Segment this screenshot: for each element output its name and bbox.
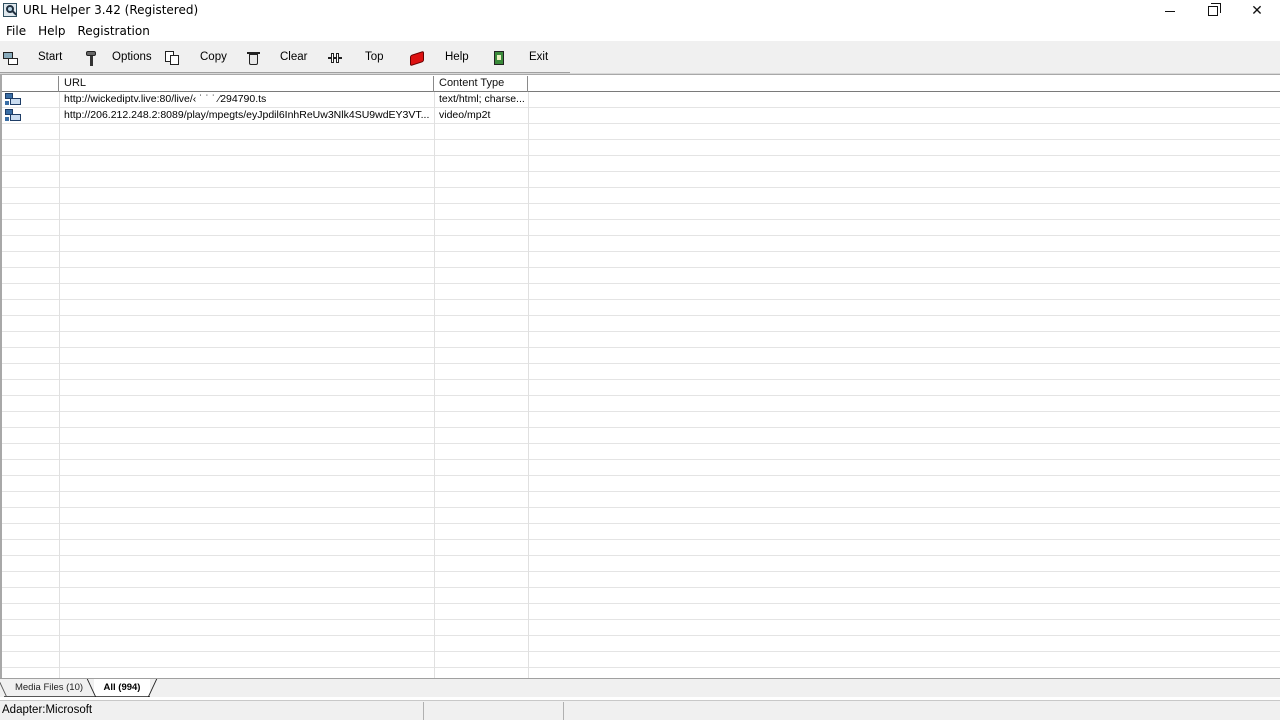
tab-all[interactable]: All (994) — [94, 679, 150, 697]
tab-bar: Media Files (10) All (994) — [0, 678, 1280, 697]
list-header: URL Content Type — [2, 76, 1280, 92]
menu-bar: File Help Registration — [0, 22, 1280, 41]
column-header-content-type[interactable]: Content Type — [434, 76, 528, 92]
url-entry-icon — [5, 93, 21, 106]
restore-icon — [1208, 3, 1221, 16]
url-list-view[interactable]: URL Content Type http://wickediptv.live:… — [0, 74, 1280, 678]
start-icon — [3, 50, 19, 66]
column-divider — [59, 92, 60, 678]
column-header-url[interactable]: URL — [59, 76, 434, 92]
table-row[interactable]: http://206.212.248.2:8089/play/mpegts/ey… — [2, 108, 1280, 124]
table-row[interactable]: http://wickediptv.live:80/live/‹ ˙ ˙ ˙ ⁄… — [2, 92, 1280, 108]
column-header-icon[interactable] — [2, 76, 59, 92]
tab-media-files[interactable]: Media Files (10) — [4, 679, 94, 697]
url-entry-icon — [5, 109, 21, 122]
top-label: Top — [365, 51, 384, 63]
status-adapter: Adapter:Microsoft — [0, 702, 424, 720]
window-title: URL Helper 3.42 (Registered) — [23, 3, 199, 17]
minimize-button[interactable] — [1148, 0, 1192, 22]
column-divider — [434, 92, 435, 678]
column-divider — [528, 92, 529, 678]
clear-button[interactable]: Clear — [245, 47, 317, 69]
pin-top-icon — [327, 50, 343, 66]
status-bar: Adapter:Microsoft — [0, 700, 1280, 720]
toolbar-underline — [0, 72, 570, 73]
menu-file[interactable]: File — [0, 22, 32, 41]
url-cell: http://wickediptv.live:80/live/‹ ˙ ˙ ˙ ⁄… — [64, 93, 267, 105]
minimize-icon — [1165, 10, 1175, 12]
restore-button[interactable] — [1191, 0, 1235, 22]
trash-icon — [245, 50, 261, 66]
help-label: Help — [445, 51, 469, 63]
help-book-icon — [409, 50, 425, 67]
content-type-cell: text/html; charse... — [439, 93, 525, 105]
list-grid — [2, 92, 1280, 678]
top-button[interactable]: Top — [327, 47, 399, 69]
content-type-cell: video/mp2t — [439, 109, 491, 121]
menu-help[interactable]: Help — [32, 22, 71, 41]
copy-label: Copy — [200, 51, 227, 63]
copy-icon — [164, 50, 180, 66]
status-panel-3 — [564, 702, 1280, 720]
options-label: Options — [112, 51, 152, 63]
status-panel-2 — [424, 702, 564, 720]
copy-button[interactable]: Copy — [164, 47, 236, 69]
start-button[interactable]: Start — [3, 47, 75, 69]
app-magnifier-icon — [3, 3, 17, 17]
exit-door-icon — [491, 50, 507, 66]
url-cell: http://206.212.248.2:8089/play/mpegts/ey… — [64, 109, 430, 121]
close-icon: ✕ — [1251, 3, 1263, 19]
menu-registration[interactable]: Registration — [71, 22, 155, 41]
title-bar: URL Helper 3.42 (Registered) ✕ — [0, 0, 1280, 22]
options-button[interactable]: Options — [83, 47, 158, 69]
options-hammer-icon — [83, 50, 99, 66]
toolbar: Start Options Copy Clear Top Help Exit — [0, 41, 1280, 74]
help-button[interactable]: Help — [409, 47, 481, 69]
exit-button[interactable]: Exit — [491, 47, 563, 69]
exit-label: Exit — [529, 51, 549, 63]
clear-label: Clear — [280, 51, 308, 63]
start-label: Start — [38, 51, 63, 63]
close-button[interactable]: ✕ — [1235, 0, 1279, 22]
